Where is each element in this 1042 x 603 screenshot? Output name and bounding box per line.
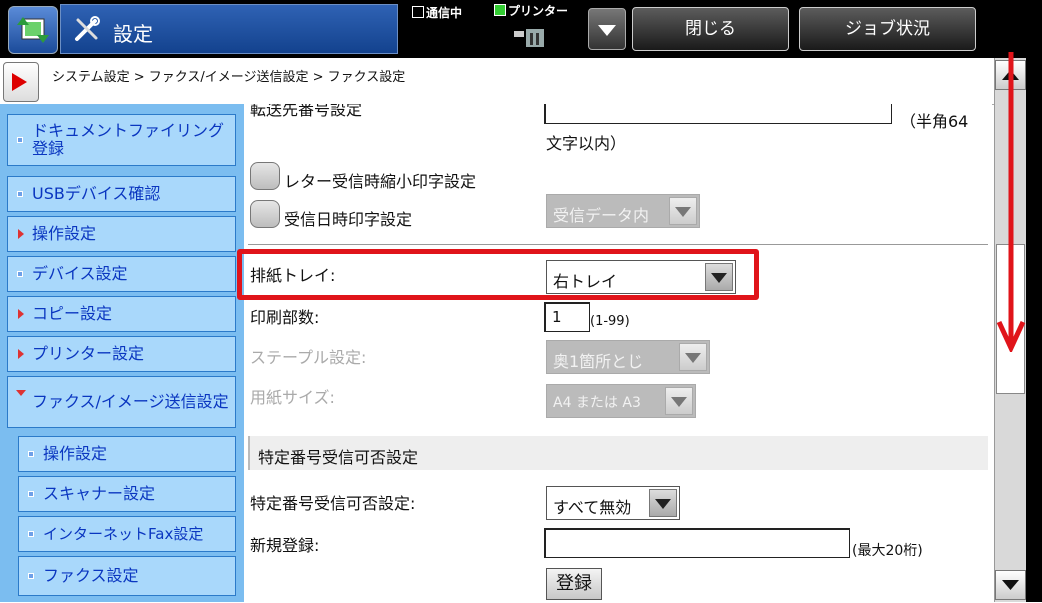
sidebar-item-printer[interactable]: プリンター設定: [7, 336, 236, 372]
home-icon: [17, 17, 49, 43]
section-header: 特定番号受信可否設定: [248, 436, 988, 470]
reduced-print-checkbox[interactable]: [250, 162, 280, 190]
printer-status: プリンター: [494, 2, 568, 19]
receive-date-select: 受信データ内: [546, 194, 700, 228]
comm-status: 通信中: [412, 4, 462, 21]
forward-number-label: 転送先番号設定: [250, 104, 363, 119]
paper-size-label: 用紙サイズ:: [250, 388, 335, 407]
expand-arrow-icon: [18, 309, 24, 319]
chevron-down-icon: [598, 25, 616, 36]
expand-arrow-icon: [18, 229, 24, 239]
checkbox-icon: [412, 6, 424, 18]
collapse-arrow-icon: [16, 390, 26, 396]
chevron-down-icon: [669, 197, 697, 225]
bullet-icon: [28, 573, 34, 579]
copies-range: (1-99): [590, 314, 630, 329]
printer-icon: [514, 29, 544, 47]
home-button[interactable]: [8, 6, 58, 54]
sidebar-item-internet-fax[interactable]: インターネットFax設定: [18, 516, 236, 552]
status-indicator-icon: [494, 4, 506, 16]
breadcrumb-bar: システム設定 > ファクス/イメージ送信設定 > ファクス設定: [0, 58, 994, 105]
bullet-icon: [28, 451, 34, 457]
status-dropdown-button[interactable]: [588, 8, 626, 50]
bullet-icon: [17, 191, 23, 197]
sidebar-item-copy[interactable]: コピー設定: [7, 296, 236, 332]
play-arrow-icon: [12, 73, 27, 91]
sidebar-item-device[interactable]: デバイス設定: [7, 256, 236, 292]
sidebar-item-fax-operation[interactable]: 操作設定: [18, 436, 236, 472]
sidebar-item-document-filing[interactable]: ドキュメントファイリング登録: [7, 114, 236, 166]
close-button[interactable]: 閉じる: [632, 7, 789, 51]
sidebar-item-fax-image-send[interactable]: ファクス/イメージ送信設定: [7, 376, 236, 428]
specific-number-label: 特定番号受信可否設定:: [250, 494, 416, 513]
divider: [248, 244, 988, 245]
forward-number-input[interactable]: [544, 104, 892, 124]
paper-size-select: A4 または A3: [546, 384, 696, 418]
receive-date-checkbox[interactable]: [250, 200, 280, 228]
sidebar-item-operation[interactable]: 操作設定: [7, 216, 236, 252]
top-bar: 設定 通信中 プリンター 閉じる ジョブ状況: [0, 0, 1042, 58]
specific-number-select[interactable]: すべて無効: [546, 486, 680, 520]
staple-label: ステープル設定:: [250, 348, 367, 367]
highlight-box: [237, 249, 759, 300]
settings-form: 転送先番号設定 （半角64 文字以内） レター受信時縮小印字設定 受信日時印字設…: [244, 104, 992, 602]
tools-icon: [75, 16, 100, 41]
sidebar: ドキュメントファイリング登録 USBデバイス確認 操作設定 デバイス設定 コピー…: [0, 104, 244, 602]
bullet-icon: [17, 271, 23, 277]
breadcrumb-toggle-button[interactable]: [3, 62, 39, 102]
expand-arrow-icon: [18, 349, 24, 359]
title-panel: 設定: [60, 4, 398, 54]
job-status-button[interactable]: ジョブ状況: [799, 7, 976, 51]
forward-number-hint-2: 文字以内）: [546, 134, 627, 153]
receive-date-label: 受信日時印字設定: [284, 210, 413, 229]
staple-select: 奥1箇所とじ: [546, 340, 710, 374]
register-button[interactable]: 登録: [546, 568, 602, 600]
new-registration-label: 新規登録:: [250, 536, 320, 555]
chevron-down-icon: [1002, 580, 1019, 590]
edge-strip: [1026, 58, 1042, 602]
copies-input[interactable]: 1: [544, 302, 590, 332]
reduced-print-label: レター受信時縮小印字設定: [284, 172, 477, 191]
scroll-down-arrow-icon: [996, 52, 1026, 352]
chevron-down-icon: [649, 489, 677, 517]
page-title: 設定: [113, 22, 153, 46]
copies-label: 印刷部数:: [250, 308, 320, 327]
breadcrumb: システム設定 > ファクス/イメージ送信設定 > ファクス設定: [52, 70, 406, 85]
sidebar-item-usb-device[interactable]: USBデバイス確認: [7, 176, 236, 212]
sidebar-item-fax-settings[interactable]: ファクス設定: [18, 556, 236, 596]
scroll-down-button[interactable]: [995, 570, 1026, 600]
new-registration-hint: (最大20桁): [852, 543, 923, 559]
bullet-icon: [28, 531, 34, 537]
sidebar-item-scanner[interactable]: スキャナー設定: [18, 476, 236, 512]
bullet-icon: [28, 491, 34, 497]
chevron-down-icon: [679, 343, 707, 371]
forward-number-hint: （半角64: [900, 112, 969, 131]
bullet-icon: [17, 137, 23, 143]
chevron-down-icon: [665, 387, 693, 415]
new-registration-input[interactable]: [544, 528, 850, 558]
